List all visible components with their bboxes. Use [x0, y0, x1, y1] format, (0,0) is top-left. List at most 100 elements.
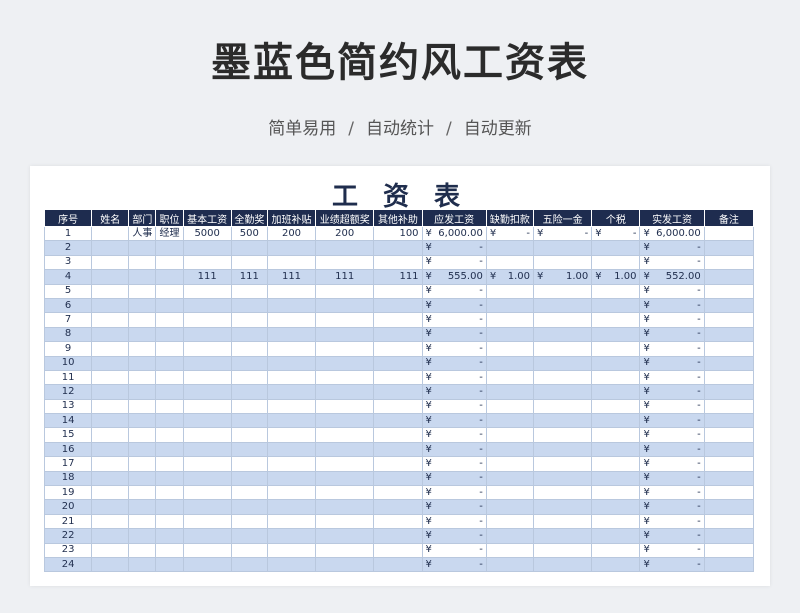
cell-dept[interactable]: [128, 413, 157, 429]
cell-overtime[interactable]: [266, 297, 317, 314]
cell-gross-pay[interactable]: ¥ -: [421, 542, 487, 558]
cell-absence-deduction[interactable]: [485, 283, 535, 299]
cell-other-allowance[interactable]: [373, 513, 423, 530]
cell-other-allowance[interactable]: [373, 556, 423, 573]
cell-performance-bonus[interactable]: [315, 485, 375, 501]
cell-social-insurance[interactable]: [532, 542, 593, 558]
cell-base-salary[interactable]: [182, 355, 232, 371]
cell-income-tax[interactable]: [591, 254, 641, 271]
cell-dept[interactable]: [128, 297, 157, 314]
cell-performance-bonus[interactable]: [315, 297, 375, 314]
cell-absence-deduction[interactable]: [485, 341, 535, 357]
cell-performance-bonus[interactable]: [315, 413, 375, 429]
cell-remark[interactable]: [703, 369, 755, 386]
cell-position[interactable]: [155, 528, 184, 544]
cell-absence-deduction[interactable]: [485, 542, 535, 558]
cell-remark[interactable]: [703, 297, 755, 314]
cell-attendance-bonus[interactable]: [230, 556, 268, 573]
cell-other-allowance[interactable]: [373, 499, 423, 515]
cell-absence-deduction[interactable]: [485, 556, 535, 573]
cell-dept[interactable]: [128, 312, 157, 328]
cell-other-allowance[interactable]: [373, 485, 423, 501]
cell-performance-bonus[interactable]: [315, 556, 375, 573]
cell-base-salary[interactable]: [182, 542, 232, 558]
cell-gross-pay[interactable]: ¥ -: [421, 326, 487, 343]
cell-overtime[interactable]: [266, 441, 317, 458]
cell-remark[interactable]: [703, 441, 755, 458]
cell-net-pay[interactable]: ¥ -: [639, 297, 705, 314]
cell-income-tax[interactable]: [591, 485, 641, 501]
cell-income-tax[interactable]: [591, 470, 641, 487]
cell-other-allowance[interactable]: [373, 441, 423, 458]
cell-social-insurance[interactable]: [532, 470, 593, 487]
cell-attendance-bonus[interactable]: [230, 513, 268, 530]
cell-dept[interactable]: [128, 254, 157, 271]
cell-gross-pay[interactable]: ¥ -: [421, 384, 487, 400]
cell-absence-deduction[interactable]: [485, 297, 535, 314]
cell-net-pay[interactable]: ¥ -: [639, 542, 705, 558]
cell-base-salary[interactable]: [182, 369, 232, 386]
cell-base-salary[interactable]: [182, 556, 232, 573]
cell-income-tax[interactable]: [591, 528, 641, 544]
cell-attendance-bonus[interactable]: [230, 542, 268, 558]
cell-performance-bonus[interactable]: [315, 341, 375, 357]
cell-income-tax[interactable]: [591, 312, 641, 328]
cell-dept[interactable]: [128, 369, 157, 386]
cell-attendance-bonus[interactable]: [230, 341, 268, 357]
cell-remark[interactable]: [703, 355, 755, 371]
cell-gross-pay[interactable]: ¥ -: [421, 513, 487, 530]
cell-overtime[interactable]: [266, 528, 317, 544]
cell-overtime[interactable]: [266, 427, 317, 443]
cell-base-salary[interactable]: [182, 513, 232, 530]
cell-attendance-bonus[interactable]: [230, 240, 268, 256]
cell-no[interactable]: 14: [43, 413, 93, 429]
cell-attendance-bonus[interactable]: [230, 369, 268, 386]
cell-attendance-bonus[interactable]: [230, 326, 268, 343]
cell-income-tax[interactable]: ¥ -: [591, 225, 641, 242]
cell-no[interactable]: 4: [43, 269, 93, 285]
cell-social-insurance[interactable]: ¥ -: [532, 225, 593, 242]
cell-social-insurance[interactable]: [532, 398, 593, 415]
cell-base-salary[interactable]: [182, 341, 232, 357]
cell-overtime[interactable]: [266, 326, 317, 343]
cell-overtime[interactable]: [266, 355, 317, 371]
cell-net-pay[interactable]: ¥ -: [639, 341, 705, 357]
cell-gross-pay[interactable]: ¥ -: [421, 441, 487, 458]
cell-no[interactable]: 19: [43, 485, 93, 501]
cell-social-insurance[interactable]: [532, 556, 593, 573]
cell-other-allowance[interactable]: [373, 542, 423, 558]
cell-other-allowance[interactable]: [373, 341, 423, 357]
cell-attendance-bonus[interactable]: 111: [230, 269, 268, 285]
cell-dept[interactable]: [128, 326, 157, 343]
cell-other-allowance[interactable]: [373, 312, 423, 328]
cell-remark[interactable]: [703, 413, 755, 429]
cell-position[interactable]: [155, 369, 184, 386]
cell-position[interactable]: [155, 413, 184, 429]
cell-performance-bonus[interactable]: [315, 441, 375, 458]
cell-other-allowance[interactable]: [373, 326, 423, 343]
cell-dept[interactable]: [128, 499, 157, 515]
cell-attendance-bonus[interactable]: [230, 499, 268, 515]
cell-remark[interactable]: [703, 470, 755, 487]
cell-position[interactable]: [155, 513, 184, 530]
cell-net-pay[interactable]: ¥ -: [639, 413, 705, 429]
cell-gross-pay[interactable]: ¥ -: [421, 427, 487, 443]
cell-position[interactable]: [155, 269, 184, 285]
cell-absence-deduction[interactable]: [485, 470, 535, 487]
cell-gross-pay[interactable]: ¥ -: [421, 413, 487, 429]
cell-income-tax[interactable]: [591, 283, 641, 299]
cell-position[interactable]: [155, 499, 184, 515]
cell-social-insurance[interactable]: [532, 341, 593, 357]
cell-overtime[interactable]: [266, 312, 317, 328]
cell-position[interactable]: 经理: [155, 225, 184, 242]
cell-gross-pay[interactable]: ¥ -: [421, 470, 487, 487]
cell-remark[interactable]: [703, 384, 755, 400]
cell-income-tax[interactable]: [591, 542, 641, 558]
cell-absence-deduction[interactable]: [485, 369, 535, 386]
cell-absence-deduction[interactable]: [485, 499, 535, 515]
cell-income-tax[interactable]: [591, 384, 641, 400]
cell-remark[interactable]: [703, 528, 755, 544]
cell-no[interactable]: 8: [43, 326, 93, 343]
cell-base-salary[interactable]: [182, 326, 232, 343]
cell-position[interactable]: [155, 485, 184, 501]
